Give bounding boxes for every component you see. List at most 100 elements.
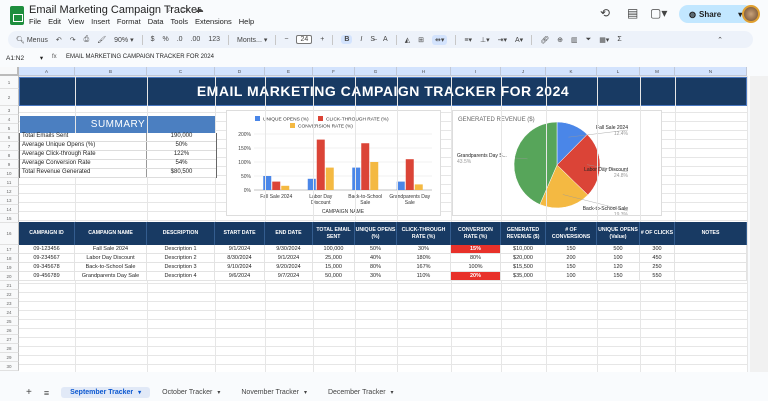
menu-data[interactable]: Data	[148, 17, 164, 26]
row-header-9[interactable]: 9	[0, 160, 19, 169]
table-cell[interactable]: 100	[546, 272, 597, 281]
summary-row[interactable]: Average Conversion Rate 54%	[20, 160, 216, 169]
table-cell[interactable]: Labor Day Discount	[75, 254, 147, 263]
table-cell[interactable]: 30%	[355, 272, 397, 281]
summary-row[interactable]: Average Unique Opens (%) 50%	[20, 142, 216, 151]
table-cell[interactable]: Description 3	[147, 263, 215, 272]
strikethrough-icon[interactable]: S̶	[370, 36, 375, 43]
title-icons[interactable]: ☆▭☁	[166, 4, 210, 15]
wrap-icon[interactable]: ⇥▾	[498, 36, 507, 44]
table-cell[interactable]: 9/6/2024	[215, 272, 265, 281]
row-header-22[interactable]: 22	[0, 290, 19, 299]
row-header-29[interactable]: 29	[0, 353, 19, 362]
table-cell[interactable]: 9/1/2024	[215, 245, 265, 254]
font-size-input[interactable]: 24	[296, 35, 313, 44]
all-sheets-button[interactable]: ≡	[44, 388, 49, 398]
bar-chart[interactable]: 0% 50% 100% 150% 200% UNIQUE OPENS (%) CLICK-T…	[226, 110, 441, 216]
decrease-decimal-button[interactable]: .0	[177, 36, 183, 43]
table-cell[interactable]: Description 1	[147, 245, 215, 254]
collapse-toolbar-icon[interactable]: ⌃	[717, 36, 723, 44]
table-cell[interactable]: 500	[597, 245, 640, 254]
pie-chart[interactable]: GENERATED REVENUE ($)Fall Sale 202412.4%…	[452, 110, 662, 216]
vertical-scrollbar[interactable]	[750, 76, 768, 372]
row-header-15[interactable]: 15	[0, 214, 19, 223]
table-cell[interactable]: 167%	[397, 263, 451, 272]
table-cell[interactable]	[675, 254, 747, 263]
table-cell[interactable]: $10,000	[501, 245, 546, 254]
table-cell[interactable]: 50,000	[313, 272, 355, 281]
table-header-end-date[interactable]: END DATE	[265, 222, 313, 245]
table-cell[interactable]: 9/30/2024	[265, 245, 313, 254]
table-header-campaign-id[interactable]: CAMPAIGN ID	[19, 222, 75, 245]
row-header-2[interactable]: 2	[0, 89, 19, 106]
table-header-click-through-rate[interactable]: CLICK-THROUGH RATE (%)	[397, 222, 451, 245]
row-header-1[interactable]: 1	[0, 76, 19, 89]
table-cell[interactable]: 09-456789	[19, 272, 75, 281]
row-header-18[interactable]: 18	[0, 254, 19, 263]
align-icon[interactable]: ≡▾	[464, 36, 472, 44]
menu-insert[interactable]: Insert	[91, 17, 110, 26]
table-header-unique-opens-value[interactable]: UNIQUE OPENS (Value)	[597, 222, 640, 245]
menu-file[interactable]: File	[29, 17, 41, 26]
column-header-L[interactable]: L	[597, 67, 640, 76]
chevron-down-icon[interactable]: ▾	[138, 390, 141, 396]
table-cell[interactable]: $20,000	[501, 254, 546, 263]
row-header-12[interactable]: 12	[0, 187, 19, 196]
chart-icon[interactable]: ▥	[571, 36, 578, 44]
table-cell[interactable]: 9/7/2024	[265, 272, 313, 281]
link-icon[interactable]: 🔗︎	[540, 36, 549, 44]
table-cell[interactable]: 110%	[397, 272, 451, 281]
column-header-D[interactable]: D	[215, 67, 265, 76]
column-header-A[interactable]: A	[19, 67, 75, 76]
column-header-G[interactable]: G	[355, 67, 397, 76]
table-cell[interactable]: 09-345678	[19, 263, 75, 272]
column-header-M[interactable]: M	[640, 67, 675, 76]
row-header-11[interactable]: 11	[0, 178, 19, 187]
row-header-7[interactable]: 7	[0, 142, 19, 151]
row-header-17[interactable]: 17	[0, 245, 19, 254]
currency-button[interactable]: $	[151, 36, 155, 43]
row-header-30[interactable]: 30	[0, 362, 19, 371]
star-icon[interactable]: ☆	[166, 4, 180, 14]
table-header-start-date[interactable]: START DATE	[215, 222, 265, 245]
chevron-down-icon[interactable]: ▾	[304, 390, 307, 396]
italic-button[interactable]: I	[360, 36, 362, 43]
column-header-B[interactable]: B	[75, 67, 147, 76]
table-cell[interactable]: 9/1/2024	[265, 254, 313, 263]
chevron-down-icon[interactable]: ▾	[391, 390, 394, 396]
column-header-K[interactable]: K	[546, 67, 597, 76]
table-cell[interactable]: 40%	[355, 254, 397, 263]
table-cell[interactable]: 250	[640, 263, 675, 272]
row-header-4[interactable]: 4	[0, 115, 19, 124]
sheet-tab[interactable]: December Tracker ▾	[319, 387, 403, 398]
redo-icon[interactable]: ↷	[70, 36, 76, 44]
table-cell[interactable]: 9/20/2024	[265, 263, 313, 272]
table-cell[interactable]: 550	[640, 272, 675, 281]
row-header-23[interactable]: 23	[0, 299, 19, 308]
table-header-description[interactable]: DESCRIPTION	[147, 222, 215, 245]
row-header-28[interactable]: 28	[0, 344, 19, 353]
borders-icon[interactable]: ⊞	[418, 36, 424, 44]
table-cell[interactable]: 80%	[451, 254, 501, 263]
table-header--of-clicks[interactable]: # OF CLICKS	[640, 222, 675, 245]
table-header-generated-revenue[interactable]: GENERATED REVENUE ($)	[501, 222, 546, 245]
table-cell[interactable]	[675, 272, 747, 281]
table-cell[interactable]: 15%	[451, 245, 501, 254]
font-select[interactable]: Monts... ▾	[237, 36, 267, 44]
valign-icon[interactable]: ⊥▾	[480, 36, 490, 44]
comment-add-icon[interactable]: ⊕	[557, 36, 563, 44]
menu-edit[interactable]: Edit	[48, 17, 61, 26]
menu-tools[interactable]: Tools	[171, 17, 189, 26]
table-cell[interactable]: Fall Sale 2024	[75, 245, 147, 254]
table-cell[interactable]: 200	[546, 254, 597, 263]
sheet-tab[interactable]: November Tracker ▾	[232, 387, 316, 398]
row-header-21[interactable]: 21	[0, 281, 19, 290]
table-cell[interactable]: 180%	[397, 254, 451, 263]
row-header-20[interactable]: 20	[0, 272, 19, 281]
column-header-J[interactable]: J	[501, 67, 546, 76]
comment-icon[interactable]: ▤	[627, 6, 638, 20]
row-header-10[interactable]: 10	[0, 169, 19, 178]
row-header-16[interactable]: 16	[0, 223, 19, 245]
table-cell[interactable]: 8/30/2024	[215, 254, 265, 263]
zoom-select[interactable]: 90% ▾	[114, 36, 133, 44]
